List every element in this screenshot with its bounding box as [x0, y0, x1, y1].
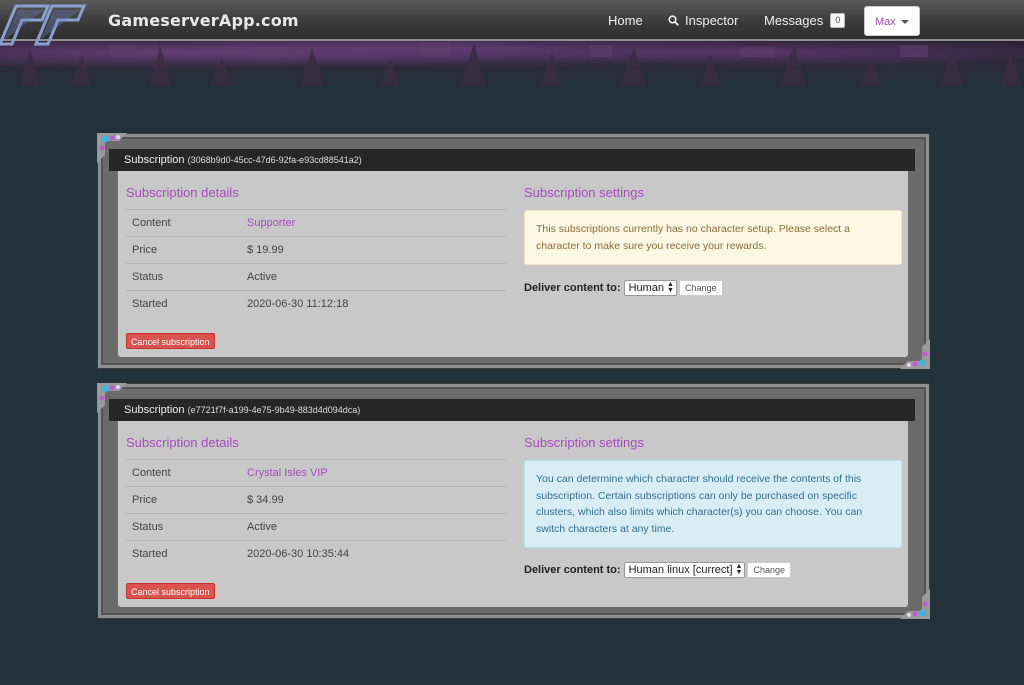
nav-messages-label: Messages: [764, 13, 824, 28]
subscription-header-label: Subscription: [124, 404, 185, 416]
subscription-id: (e7721f7f-a199-4e75-9b49-883d4d094dca): [187, 405, 361, 415]
table-row: Price $ 34.99: [126, 486, 506, 514]
header-banner: [0, 41, 1024, 86]
subscription-header-label: Subscription: [124, 154, 185, 166]
started-value: 2020-06-30 10:35:44: [241, 540, 506, 568]
subscription-body: Subscription details Content Supporter P…: [118, 171, 908, 357]
character-select-value: Human linux [currect]: [628, 564, 733, 576]
started-key: Started: [126, 540, 241, 568]
subscription-header: Subscription (e7721f7f-a199-4e75-9b49-88…: [109, 399, 915, 421]
price-value: $ 19.99: [241, 236, 506, 264]
change-character-button[interactable]: Change: [747, 562, 791, 578]
character-select-value: Human: [628, 282, 665, 294]
select-arrows-icon: ▲ ▼: [667, 281, 674, 294]
banner-artwork: [20, 43, 1022, 86]
status-key: Status: [126, 263, 241, 291]
subscription-panel: Subscription (3068b9d0-45cc-47d6-92fa-e9…: [97, 133, 930, 369]
logo-icon[interactable]: [0, 0, 92, 50]
started-value: 2020-06-30 11:12:18: [241, 290, 506, 318]
warning-alert: This subscriptions currently has no char…: [524, 210, 902, 265]
table-row: Status Active: [126, 263, 506, 291]
details-table: Content Supporter Price $ 19.99 Status A…: [126, 209, 506, 318]
subscription-id: (3068b9d0-45cc-47d6-92fa-e93cd88541a2): [187, 155, 362, 165]
caret-down-icon: [901, 20, 909, 24]
user-menu-button[interactable]: Max: [864, 6, 920, 36]
table-row: Started 2020-06-30 10:35:44: [126, 540, 506, 568]
details-title: Subscription details: [126, 185, 239, 200]
subscription-header: Subscription (3068b9d0-45cc-47d6-92fa-e9…: [109, 149, 915, 171]
nav-inspector-link[interactable]: Inspector: [668, 13, 738, 28]
content-key: Content: [126, 209, 241, 237]
select-arrows-icon: ▲ ▼: [735, 563, 743, 576]
deliver-row: Deliver content to: Human linux [currect…: [524, 562, 791, 578]
table-row: Status Active: [126, 513, 506, 541]
subscription-body: Subscription details Content Crystal Isl…: [118, 421, 908, 607]
nav-messages-link[interactable]: Messages 0: [764, 13, 846, 28]
change-character-button[interactable]: Change: [678, 280, 723, 296]
deliver-label: Deliver content to:: [524, 564, 621, 576]
deliver-row: Deliver content to: Human ▲ ▼ Change: [524, 280, 723, 296]
character-select[interactable]: Human linux [currect] ▲ ▼: [623, 562, 746, 578]
price-key: Price: [126, 486, 241, 514]
settings-title: Subscription settings: [524, 435, 644, 450]
status-key: Status: [126, 513, 241, 541]
top-navbar: GameserverApp.com Home Inspector Message…: [0, 0, 1024, 46]
content-link[interactable]: Crystal Isles VIP: [241, 459, 506, 487]
content-link[interactable]: Supporter: [241, 209, 506, 237]
subscription-panel: Subscription (e7721f7f-a199-4e75-9b49-88…: [97, 383, 930, 619]
user-name: Max: [875, 16, 896, 28]
settings-title: Subscription settings: [524, 185, 644, 200]
table-row: Price $ 19.99: [126, 236, 506, 264]
search-icon: [668, 15, 679, 26]
details-title: Subscription details: [126, 435, 239, 450]
character-select[interactable]: Human ▲ ▼: [623, 280, 677, 296]
price-value: $ 34.99: [241, 486, 506, 514]
deliver-label: Deliver content to:: [524, 282, 621, 294]
table-row: Content Supporter: [126, 209, 506, 237]
started-key: Started: [126, 290, 241, 318]
table-row: Started 2020-06-30 11:12:18: [126, 290, 506, 318]
cancel-subscription-button[interactable]: Cancel subscription: [126, 333, 215, 349]
info-alert: You can determine which character should…: [524, 460, 902, 548]
brand-name[interactable]: GameserverApp.com: [108, 11, 299, 30]
cancel-subscription-button[interactable]: Cancel subscription: [126, 583, 215, 599]
table-row: Content Crystal Isles VIP: [126, 459, 506, 487]
status-value: Active: [241, 513, 506, 541]
content-key: Content: [126, 459, 241, 487]
messages-count-badge: 0: [830, 13, 846, 28]
price-key: Price: [126, 236, 241, 264]
nav-inspector-label: Inspector: [685, 13, 739, 28]
status-value: Active: [241, 263, 506, 291]
nav-home-link[interactable]: Home: [608, 13, 643, 28]
details-table: Content Crystal Isles VIP Price $ 34.99 …: [126, 459, 506, 568]
